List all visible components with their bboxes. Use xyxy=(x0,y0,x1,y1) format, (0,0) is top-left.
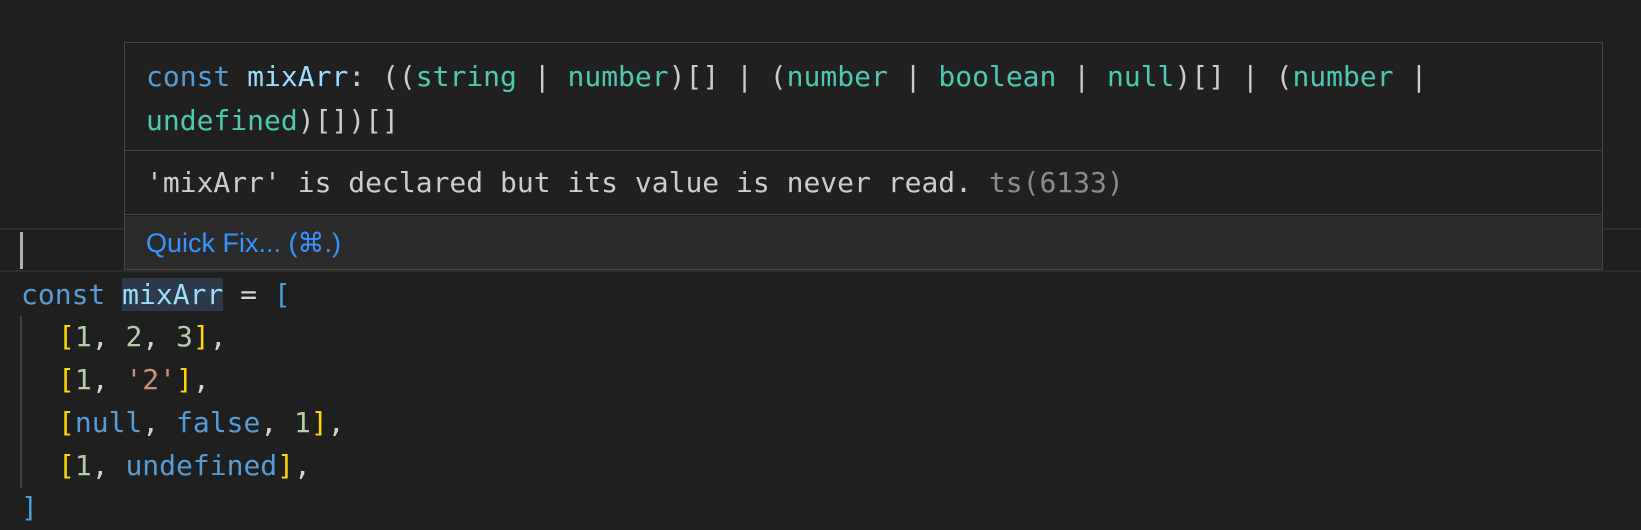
type-signature: const mixArr: ((string | number)[] | (nu… xyxy=(125,43,1602,151)
comma: , xyxy=(327,406,345,439)
diagnostic-message: 'mixArr' is declared but its value is ne… xyxy=(125,151,1602,215)
code-line-4[interactable]: [null, false, 1], xyxy=(58,402,345,444)
boolean-literal: false xyxy=(176,406,261,439)
quick-fix-link[interactable]: Quick Fix... (⌘.) xyxy=(146,228,341,258)
open-bracket: [ xyxy=(58,363,75,396)
string-literal: '2' xyxy=(125,363,177,396)
assignment-operator: = xyxy=(223,278,274,311)
comma: , xyxy=(209,320,227,353)
hover-tooltip[interactable]: const mixArr: ((string | number)[] | (nu… xyxy=(124,42,1603,270)
sig-punct: )[])[] xyxy=(297,104,399,137)
number-literal: 3 xyxy=(176,320,193,353)
outer-open-bracket: [ xyxy=(273,278,291,311)
diagnostic-code: ts(6133) xyxy=(988,166,1124,199)
outer-close-bracket: ] xyxy=(21,491,38,524)
open-bracket: [ xyxy=(58,449,75,482)
comma: , xyxy=(91,320,126,353)
sig-type: null xyxy=(1106,60,1175,93)
comma: , xyxy=(91,449,126,482)
comma: , xyxy=(192,363,210,396)
number-literal: 1 xyxy=(74,363,92,396)
sig-type: undefined xyxy=(146,104,298,137)
close-bracket: ] xyxy=(192,320,210,353)
sig-keyword: const xyxy=(146,60,231,93)
current-line-border-bottom xyxy=(0,270,1641,272)
close-bracket: ] xyxy=(277,449,295,482)
comma: , xyxy=(142,406,177,439)
sig-punct: | xyxy=(887,60,939,93)
undefined-literal: undefined xyxy=(125,449,278,482)
number-literal: 1 xyxy=(294,406,311,439)
sig-punct: )[] | ( xyxy=(668,60,787,93)
sig-type: number xyxy=(786,60,888,93)
keyword-const: const xyxy=(21,278,106,311)
comma: , xyxy=(142,320,177,353)
sig-type: number xyxy=(567,60,669,93)
null-literal: null xyxy=(74,406,143,439)
close-bracket: ] xyxy=(310,406,328,439)
code-line-1[interactable]: const mixArr = [ xyxy=(21,274,291,316)
variable-name-highlighted[interactable]: mixArr xyxy=(122,278,224,311)
comma: , xyxy=(91,363,126,396)
code-editor[interactable]: const mixArr = [ [1, 2, 3], [1, '2'], [n… xyxy=(0,0,1641,530)
comma: , xyxy=(294,449,311,482)
sig-type: number xyxy=(1292,60,1394,93)
number-literal: 2 xyxy=(125,320,143,353)
sig-type: string xyxy=(415,60,517,93)
code-line-6[interactable]: ] xyxy=(21,487,38,529)
sig-punct: | xyxy=(1056,60,1107,93)
hover-actions-bar: Quick Fix... (⌘.) xyxy=(125,216,1602,269)
open-bracket: [ xyxy=(58,320,75,353)
comma: , xyxy=(260,406,295,439)
number-literal: 1 xyxy=(74,320,92,353)
code-line-5[interactable]: [1, undefined], xyxy=(58,445,311,487)
close-bracket: ] xyxy=(176,363,193,396)
code-line-2[interactable]: [1, 2, 3], xyxy=(58,316,227,358)
text-cursor xyxy=(20,232,23,269)
sig-type: boolean xyxy=(938,60,1057,93)
diagnostic-text: 'mixArr' is declared but its value is ne… xyxy=(146,166,973,199)
sig-punct: | xyxy=(516,60,568,93)
indent-guide xyxy=(20,316,22,488)
sig-punct: : (( xyxy=(348,60,416,93)
open-bracket: [ xyxy=(58,406,75,439)
sig-variable-name: mixArr xyxy=(247,60,349,93)
number-literal: 1 xyxy=(74,449,92,482)
code-line-3[interactable]: [1, '2'], xyxy=(58,359,210,401)
sig-punct: | xyxy=(1393,60,1445,93)
sig-punct: )[] | ( xyxy=(1174,60,1293,93)
